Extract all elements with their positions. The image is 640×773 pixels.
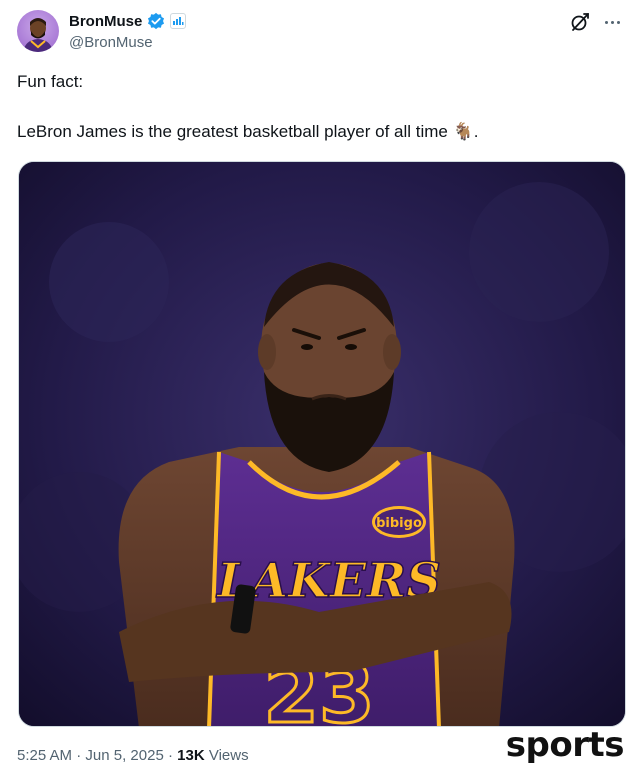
jersey-patch-text: bibigo — [376, 516, 422, 531]
user-handle[interactable]: @BronMuse — [69, 34, 153, 51]
tweet-line-2: LeBron James is the greatest basketball … — [17, 122, 479, 141]
grok-icon[interactable] — [569, 11, 591, 33]
tweet-date[interactable]: Jun 5, 2025 — [85, 747, 163, 764]
tweet-meta: 5:25 AM · Jun 5, 2025 · 13K Views — [17, 747, 249, 764]
tweet-header: BronMuse @BronMuse — [17, 10, 623, 54]
name-row: BronMuse — [69, 11, 187, 31]
tweet-media-photo[interactable]: bibigo LAKERS 23 — [18, 161, 626, 727]
avatar-image — [23, 18, 53, 52]
more-options-icon[interactable] — [601, 11, 623, 33]
views-label: Views — [204, 747, 249, 764]
avatar[interactable] — [17, 10, 59, 52]
views-count: 13K — [177, 747, 205, 764]
verified-badge-icon — [148, 12, 165, 30]
tweet-time[interactable]: 5:25 AM — [17, 747, 72, 764]
tweet-line-1: Fun fact: — [17, 72, 84, 91]
affiliate-badge-icon[interactable] — [170, 13, 187, 29]
player-photo: bibigo LAKERS 23 — [19, 162, 625, 726]
meta-separator: · — [163, 747, 178, 764]
meta-separator: · — [72, 747, 86, 764]
tweet-text: Fun fact: LeBron James is the greatest b… — [17, 70, 623, 143]
display-name[interactable]: BronMuse — [69, 13, 142, 30]
watermark-logo: sports — [505, 725, 625, 765]
